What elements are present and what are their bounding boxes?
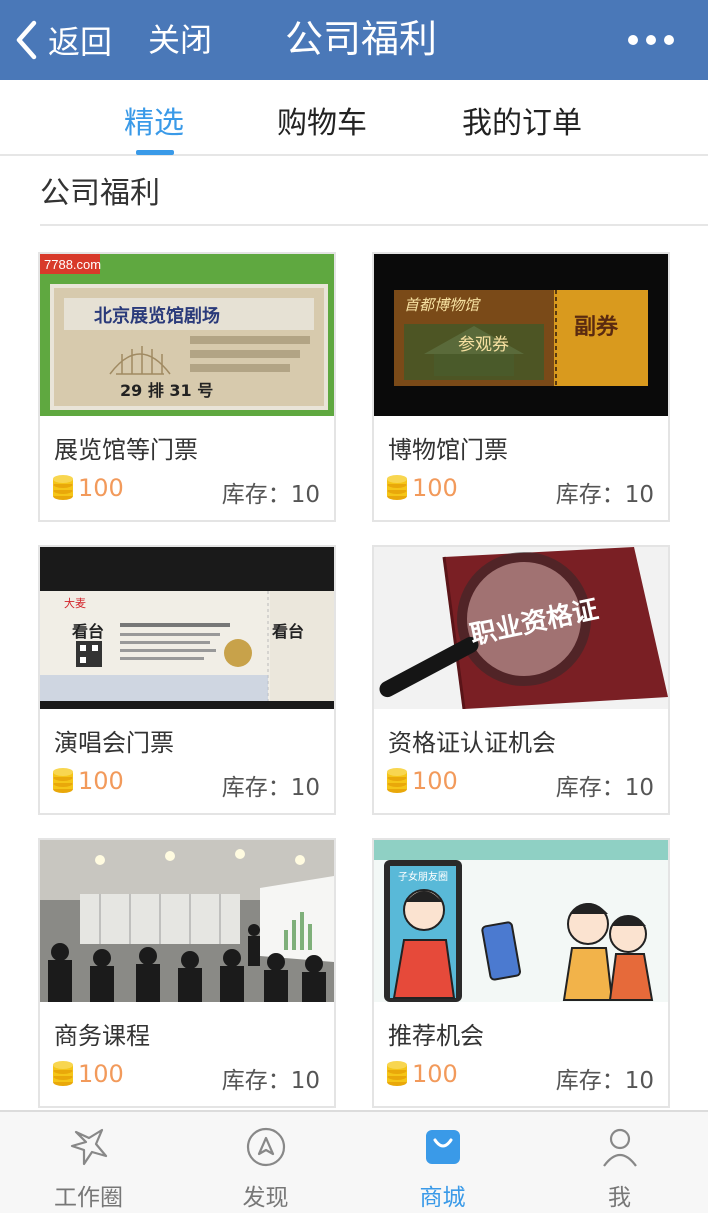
product-card-museum[interactable]: 首都博物馆 参观券 副券 博物馆门票 100 库存：10 xyxy=(372,252,670,522)
tab-featured[interactable]: 精选 xyxy=(124,98,184,142)
product-stock: 库存：10 xyxy=(221,1068,320,1094)
coin-stack-icon xyxy=(53,475,73,500)
site-watermark-text: 7788.com xyxy=(44,257,101,272)
coin-stack-icon xyxy=(53,768,73,793)
tabbar-label: 商城 xyxy=(419,1185,466,1211)
tab-cart[interactable]: 购物车 xyxy=(277,98,367,142)
price-value: 100 xyxy=(78,474,124,502)
concert-seat-stub-text: 看台 xyxy=(271,622,304,641)
product-price: 100 xyxy=(386,474,458,502)
tabbar-item-work-circle[interactable]: 工作圈 xyxy=(0,1112,177,1213)
product-name: 演唱会门票 xyxy=(54,729,174,757)
product-image-referral: 子女朋友圈 xyxy=(374,840,668,1002)
visit-text: 参观券 xyxy=(458,335,509,355)
product-card-exhibition[interactable]: 7788.com 北京展览馆剧场 29 排 31 号 展览馆等门票 100 库存… xyxy=(38,252,336,522)
product-stock: 库存：10 xyxy=(555,1068,654,1094)
product-image-exhibition: 7788.com 北京展览馆剧场 29 排 31 号 xyxy=(40,254,334,416)
concert-brand-text: 大麦 xyxy=(64,596,86,610)
back-label: 返回 xyxy=(48,23,113,61)
tabbar-item-mall[interactable]: 商城 xyxy=(354,1112,531,1213)
page-title: 公司福利 xyxy=(285,17,438,61)
price-value: 100 xyxy=(412,474,458,502)
museum-name-text: 首都博物馆 xyxy=(404,296,481,314)
close-button[interactable]: 关闭 xyxy=(148,16,212,64)
tabbar-item-me[interactable]: 我 xyxy=(531,1112,708,1213)
work-circle-icon xyxy=(70,1128,107,1166)
product-stock: 库存：10 xyxy=(555,482,654,508)
product-stock: 库存：10 xyxy=(221,482,320,508)
product-price: 100 xyxy=(52,1060,124,1088)
seat-text: 29 排 31 号 xyxy=(120,381,213,400)
discover-compass-icon xyxy=(246,1127,285,1167)
coin-stack-icon xyxy=(387,768,407,793)
product-stock: 库存：10 xyxy=(555,775,654,801)
tabbar-label: 工作圈 xyxy=(54,1185,123,1211)
product-name: 商务课程 xyxy=(54,1022,150,1050)
shopping-bag-icon xyxy=(425,1130,460,1164)
nav-bar: 返回 关闭 公司福利 xyxy=(0,0,708,80)
product-name: 博物馆门票 xyxy=(388,436,508,464)
tabbar-label: 我 xyxy=(608,1185,631,1211)
more-dots-icon xyxy=(628,35,638,45)
product-name: 推荐机会 xyxy=(388,1022,484,1050)
tab-my-orders[interactable]: 我的订单 xyxy=(462,98,582,142)
product-image-business-course xyxy=(40,840,334,1002)
top-tabs: 精选 购物车 我的订单 xyxy=(0,80,708,156)
bottom-tabbar: 工作圈 发现 商城 我 xyxy=(0,1110,708,1213)
tab-active-indicator xyxy=(136,150,174,155)
chevron-left-icon xyxy=(16,20,37,60)
coin-stack-icon xyxy=(387,1061,407,1086)
product-image-concert: 大麦 看台 看台 xyxy=(40,547,334,709)
person-icon xyxy=(602,1128,637,1167)
product-card-concert[interactable]: 大麦 看台 看台 演唱会门票 100 库存：10 xyxy=(38,545,336,815)
concert-seat-text: 看台 xyxy=(71,622,104,641)
tabbar-label: 发现 xyxy=(242,1185,289,1211)
product-price: 100 xyxy=(52,474,124,502)
product-name: 展览馆等门票 xyxy=(54,436,198,464)
coin-stack-icon xyxy=(387,475,407,500)
product-card-business-course[interactable]: 商务课程 100 库存：10 xyxy=(38,838,336,1108)
product-card-certificate[interactable]: 职业资格证 资格证认证机会 100 库存：10 xyxy=(372,545,670,815)
product-price: 100 xyxy=(386,767,458,795)
venue-text: 北京展览馆剧场 xyxy=(94,305,220,327)
price-value: 100 xyxy=(412,767,458,795)
tabbar-item-discover[interactable]: 发现 xyxy=(177,1112,354,1213)
product-stock: 库存：10 xyxy=(221,775,320,801)
more-button[interactable] xyxy=(628,22,674,58)
section-divider xyxy=(40,224,708,226)
product-card-referral[interactable]: 子女朋友圈 推荐机会 100 库存：10 xyxy=(372,838,670,1108)
product-price: 100 xyxy=(52,767,124,795)
price-value: 100 xyxy=(78,1060,124,1088)
price-value: 100 xyxy=(412,1060,458,1088)
section-title: 公司福利 xyxy=(40,176,160,211)
coin-stack-icon xyxy=(53,1061,73,1086)
phone-screen-text: 子女朋友圈 xyxy=(398,870,448,883)
back-button[interactable]: 返回 xyxy=(14,16,112,64)
price-value: 100 xyxy=(78,767,124,795)
stub-text: 副券 xyxy=(574,314,619,340)
product-name: 资格证认证机会 xyxy=(388,729,556,757)
product-image-museum: 首都博物馆 参观券 副券 xyxy=(374,254,668,416)
product-image-certificate: 职业资格证 xyxy=(374,547,668,709)
product-price: 100 xyxy=(386,1060,458,1088)
